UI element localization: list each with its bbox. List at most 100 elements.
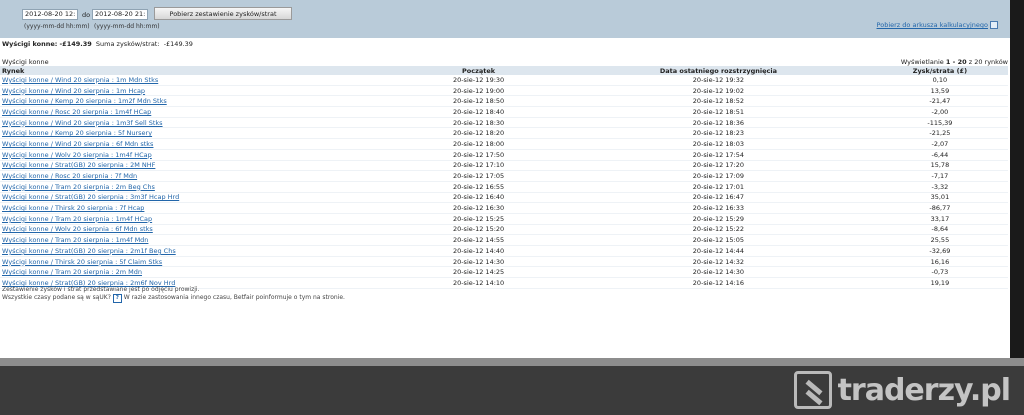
start-cell: 20-sie-12 18:20: [392, 127, 566, 140]
settled-cell: 20-sie-12 19:02: [565, 85, 872, 97]
table-row: Wyścigi konne / Strat(GB) 20 sierpnia : …: [0, 192, 1008, 204]
watermark-text: traderzy.pl: [837, 372, 1011, 408]
total-value: -£149.39: [163, 40, 193, 48]
table-row: Wyścigi konne / Wolv 20 sierpnia : 1m4f …: [0, 149, 1008, 161]
start-cell: 20-sie-12 19:00: [392, 85, 566, 97]
watermark: traderzy.pl: [793, 368, 1011, 412]
market-link[interactable]: Wyścigi konne / Tram 20 sierpnia : 2m Be…: [2, 183, 155, 191]
table-header-row: Rynek Początek Data ostatniego rozstrzyg…: [0, 66, 1008, 75]
market-link[interactable]: Wyścigi konne / Tram 20 sierpnia : 1m4f …: [2, 215, 152, 223]
market-link[interactable]: Wyścigi konne / Strat(GB) 20 sierpnia : …: [2, 193, 179, 201]
totals-summary: Wyścigi konne: -£149.39 Suma zysków/stra…: [2, 40, 193, 48]
export-spreadsheet-link[interactable]: Pobierz do arkusza kalkulacyjnego: [877, 21, 998, 29]
date-from-input[interactable]: [22, 9, 78, 20]
market-link[interactable]: Wyścigi konne / Wind 20 sierpnia : 6f Md…: [2, 140, 153, 148]
pl-cell: 19,19: [871, 277, 1008, 289]
pl-cell: -3,32: [871, 181, 1008, 193]
start-cell: 20-sie-12 16:30: [392, 202, 566, 214]
settled-cell: 20-sie-12 18:51: [565, 106, 872, 118]
header-market[interactable]: Rynek: [0, 66, 393, 75]
market-link[interactable]: Wyścigi konne / Strat(GB) 20 sierpnia : …: [2, 247, 176, 255]
start-cell: 20-sie-12 16:40: [392, 192, 566, 204]
right-scrollbar[interactable]: [1010, 0, 1024, 360]
pl-cell: -115,39: [871, 117, 1008, 129]
pl-cell: -2,07: [871, 138, 1008, 150]
traderzy-logo-icon: [793, 371, 832, 409]
market-link[interactable]: Wyścigi konne / Tram 20 sierpnia : 2m Md…: [2, 268, 142, 276]
table-row: Wyścigi konne / Tram 20 sierpnia : 2m Be…: [0, 181, 1008, 193]
start-cell: 20-sie-12 18:50: [392, 95, 566, 108]
market-link[interactable]: Wyścigi konne / Strat(GB) 20 sierpnia : …: [2, 161, 155, 169]
market-link[interactable]: Wyścigi konne / Wind 20 sierpnia : 1m Hc…: [2, 87, 145, 95]
help-icon[interactable]: ?: [112, 294, 122, 303]
timezone-note: Wszystkie czasy podane są w sąUK? ? W ra…: [2, 294, 345, 303]
start-cell: 20-sie-12 17:05: [392, 170, 566, 182]
settled-cell: 20-sie-12 16:47: [565, 192, 872, 204]
pl-cell: 25,55: [871, 234, 1008, 246]
table-row: Wyścigi konne / Kemp 20 sierpnia : 5f Nu…: [0, 127, 1008, 140]
table-row: Wyścigi konne / Kemp 20 sierpnia : 1m2f …: [0, 95, 1008, 108]
start-cell: 20-sie-12 14:25: [392, 266, 566, 279]
results-table: Rynek Początek Data ostatniego rozstrzyg…: [0, 66, 1008, 289]
market-link[interactable]: Wyścigi konne / Thirsk 20 sierpnia : 7f …: [2, 204, 144, 212]
table-row: Wyścigi konne / Thirsk 20 sierpnia : 5f …: [0, 256, 1008, 268]
table-row: Wyścigi konne / Wind 20 sierpnia : 1m3f …: [0, 117, 1008, 129]
start-cell: 20-sie-12 14:55: [392, 234, 566, 246]
pl-cell: 0,10: [871, 75, 1008, 86]
start-cell: 20-sie-12 19:30: [392, 75, 566, 86]
table-row: Wyścigi konne / Tram 20 sierpnia : 1m4f …: [0, 213, 1008, 225]
table-row: Wyścigi konne / Rosc 20 sierpnia : 1m4f …: [0, 106, 1008, 118]
pl-cell: -0,73: [871, 266, 1008, 279]
pager-info: Wyświetlanie 1 - 20 z 20 rynków: [901, 58, 1008, 66]
filter-bar: do (yyyy-mm-dd hh:mm) (yyyy-mm-dd hh:mm)…: [0, 0, 1010, 38]
market-link[interactable]: Wyścigi konne / Wolv 20 sierpnia : 1m4f …: [2, 151, 152, 159]
pl-cell: -8,64: [871, 224, 1008, 236]
pager-suffix: z 20 rynków: [968, 58, 1008, 66]
pl-cell: -6,44: [871, 149, 1008, 161]
market-link[interactable]: Wyścigi konne / Rosc 20 sierpnia : 7f Md…: [2, 172, 137, 180]
market-link[interactable]: Wyścigi konne / Wolv 20 sierpnia : 6f Md…: [2, 225, 153, 233]
start-cell: 20-sie-12 16:55: [392, 181, 566, 193]
market-link[interactable]: Wyścigi konne / Rosc 20 sierpnia : 1m4f …: [2, 108, 151, 116]
start-cell: 20-sie-12 14:30: [392, 256, 566, 268]
market-link[interactable]: Wyścigi konne / Tram 20 sierpnia : 1m4f …: [2, 236, 148, 244]
table-row: Wyścigi konne / Wind 20 sierpnia : 1m Hc…: [0, 85, 1008, 97]
market-link[interactable]: Wyścigi konne / Kemp 20 sierpnia : 1m2f …: [2, 97, 167, 105]
header-settled[interactable]: Data ostatniego rozstrzygnięcia: [565, 66, 872, 75]
spreadsheet-icon: [990, 21, 998, 29]
table-row: Wyścigi konne / Strat(GB) 20 sierpnia : …: [0, 160, 1008, 172]
header-pl[interactable]: Zysk/strata (£): [871, 66, 1008, 75]
start-cell: 20-sie-12 17:50: [392, 149, 566, 161]
settled-cell: 20-sie-12 14:32: [565, 256, 872, 268]
table-row: Wyścigi konne / Tram 20 sierpnia : 2m Md…: [0, 266, 1008, 279]
header-start[interactable]: Początek: [392, 66, 566, 75]
start-cell: 20-sie-12 18:00: [392, 138, 566, 150]
commission-note: Zestawienie zysków i strat przedstawiane…: [2, 286, 200, 293]
pl-cell: 35,01: [871, 192, 1008, 204]
pl-cell: 15,78: [871, 160, 1008, 172]
separator-band: [0, 358, 1024, 366]
start-cell: 20-sie-12 14:40: [392, 245, 566, 257]
date-to-input[interactable]: [92, 9, 148, 20]
timezone-note-a: Wszystkie czasy podane są w sąUK?: [2, 294, 111, 301]
settled-cell: 20-sie-12 17:01: [565, 181, 872, 193]
table-row: Wyścigi konne / Wolv 20 sierpnia : 6f Md…: [0, 224, 1008, 236]
table-row: Wyścigi konne / Thirsk 20 sierpnia : 7f …: [0, 202, 1008, 214]
settled-cell: 20-sie-12 14:44: [565, 245, 872, 257]
table-row: Wyścigi konne / Wind 20 sierpnia : 6f Md…: [0, 138, 1008, 150]
settled-cell: 20-sie-12 15:22: [565, 224, 872, 236]
table-row: Wyścigi konne / Rosc 20 sierpnia : 7f Md…: [0, 170, 1008, 182]
settled-cell: 20-sie-12 18:36: [565, 117, 872, 129]
market-link[interactable]: Wyścigi konne / Wind 20 sierpnia : 1m3f …: [2, 119, 163, 127]
summary-value: -£149.39: [59, 40, 92, 48]
pl-cell: -21,25: [871, 127, 1008, 140]
fetch-pl-button[interactable]: Pobierz zestawienie zysków/strat: [154, 7, 292, 20]
pl-cell: -32,69: [871, 245, 1008, 257]
settled-cell: 20-sie-12 18:03: [565, 138, 872, 150]
market-link[interactable]: Wyścigi konne / Wind 20 sierpnia : 1m Md…: [2, 76, 158, 84]
total-label: Suma zysków/strat:: [95, 40, 160, 48]
market-link[interactable]: Wyścigi konne / Kemp 20 sierpnia : 5f Nu…: [2, 129, 152, 137]
settled-cell: 20-sie-12 15:05: [565, 234, 872, 246]
settled-cell: 20-sie-12 15:29: [565, 213, 872, 225]
market-link[interactable]: Wyścigi konne / Thirsk 20 sierpnia : 5f …: [2, 258, 162, 266]
